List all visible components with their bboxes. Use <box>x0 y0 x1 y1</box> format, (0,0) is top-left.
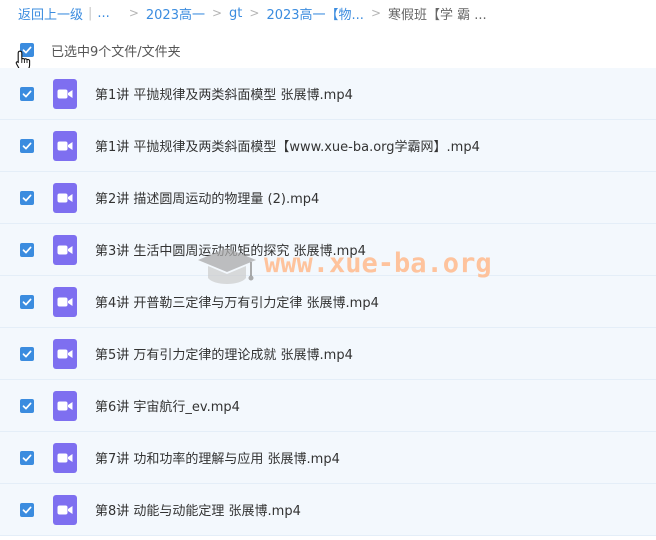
video-file-icon <box>53 390 77 421</box>
file-checkbox[interactable] <box>20 138 34 153</box>
file-row[interactable]: 第1讲 平抛规律及两类斜面模型 张展博.mp4 <box>0 68 656 120</box>
check-icon <box>22 194 32 201</box>
file-row[interactable]: 第5讲 万有引力定律的理论成就 张展博.mp4 <box>0 328 656 380</box>
file-name[interactable]: 第2讲 描述圆周运动的物理量 (2).mp4 <box>95 188 319 207</box>
file-row[interactable]: 第2讲 描述圆周运动的物理量 (2).mp4 <box>0 172 656 224</box>
breadcrumb-current: 寒假班【学 霸 ... <box>388 7 487 23</box>
file-row[interactable]: 第6讲 宇宙航行_ev.mp4 <box>0 380 656 432</box>
video-file-icon <box>53 338 77 369</box>
file-row[interactable]: 第3讲 生活中圆周运动规矩的探究 张展博.mp4 <box>0 224 656 276</box>
file-name[interactable]: 第1讲 平抛规律及两类斜面模型【www.xue-ba.org学霸网】.mp4 <box>95 136 480 155</box>
check-icon <box>22 350 32 357</box>
file-checkbox[interactable] <box>20 86 34 101</box>
breadcrumb: 返回上一级 | ... > 2023高一 > gt > 2023高一【物... … <box>18 4 487 23</box>
breadcrumb-ellipsis[interactable]: ... <box>97 6 109 21</box>
video-camera-icon <box>57 349 73 358</box>
check-icon <box>22 298 32 305</box>
file-checkbox[interactable] <box>20 294 34 309</box>
chevron-right-icon: > <box>370 6 381 20</box>
video-camera-icon <box>57 401 73 410</box>
file-row[interactable]: 第7讲 功和功率的理解与应用 张展博.mp4 <box>0 432 656 484</box>
file-checkbox[interactable] <box>20 502 34 517</box>
file-list: 第1讲 平抛规律及两类斜面模型 张展博.mp4 第1讲 平抛规律及两类斜面模型【w… <box>0 68 656 536</box>
file-name[interactable]: 第3讲 生活中圆周运动规矩的探究 张展博.mp4 <box>95 240 366 259</box>
breadcrumb-item[interactable]: 2023高一 <box>146 4 205 23</box>
file-checkbox[interactable] <box>20 242 34 257</box>
file-name[interactable]: 第4讲 开普勒三定律与万有引力定律 张展博.mp4 <box>95 292 379 311</box>
video-file-icon <box>53 234 77 265</box>
video-file-icon <box>53 182 77 213</box>
selection-bar: 已选中9个文件/文件夹 <box>0 34 656 66</box>
video-camera-icon <box>57 141 73 150</box>
breadcrumb-divider: | <box>88 5 93 21</box>
video-camera-icon <box>57 193 73 202</box>
selection-count: 已选中9个文件/文件夹 <box>51 44 181 60</box>
chevron-right-icon: > <box>211 6 223 20</box>
check-icon <box>22 506 32 513</box>
file-name[interactable]: 第6讲 宇宙航行_ev.mp4 <box>95 396 240 415</box>
video-file-icon <box>53 286 77 317</box>
video-camera-icon <box>57 297 73 306</box>
file-row[interactable]: 第8讲 动能与动能定理 张展博.mp4 <box>0 484 656 536</box>
file-checkbox[interactable] <box>20 398 34 413</box>
file-row[interactable]: 第1讲 平抛规律及两类斜面模型【www.xue-ba.org学霸网】.mp4 <box>0 120 656 172</box>
file-name[interactable]: 第5讲 万有引力定律的理论成就 张展博.mp4 <box>95 344 353 363</box>
file-row[interactable]: 第4讲 开普勒三定律与万有引力定律 张展博.mp4 <box>0 276 656 328</box>
video-camera-icon <box>57 505 73 514</box>
check-icon <box>22 246 32 253</box>
file-checkbox[interactable] <box>20 346 34 361</box>
video-file-icon <box>53 78 77 109</box>
check-icon <box>22 402 32 409</box>
check-icon <box>22 90 32 97</box>
file-checkbox[interactable] <box>20 450 34 465</box>
breadcrumb-item[interactable]: 2023高一【物... <box>266 4 363 23</box>
file-name[interactable]: 第7讲 功和功率的理解与应用 张展博.mp4 <box>95 448 340 467</box>
video-file-icon <box>53 130 77 161</box>
breadcrumb-item[interactable]: gt <box>229 6 242 21</box>
check-icon <box>22 454 32 461</box>
file-checkbox[interactable] <box>20 190 34 205</box>
back-link[interactable]: 返回上一级 <box>18 4 83 23</box>
video-file-icon <box>53 442 77 473</box>
file-name[interactable]: 第1讲 平抛规律及两类斜面模型 张展博.mp4 <box>95 84 353 103</box>
video-file-icon <box>53 494 77 525</box>
video-camera-icon <box>57 89 73 98</box>
chevron-right-icon: > <box>249 6 260 20</box>
video-camera-icon <box>57 245 73 254</box>
check-icon <box>22 142 32 149</box>
video-camera-icon <box>57 453 73 462</box>
file-name[interactable]: 第8讲 动能与动能定理 张展博.mp4 <box>95 500 301 519</box>
chevron-right-icon: > <box>128 6 139 20</box>
